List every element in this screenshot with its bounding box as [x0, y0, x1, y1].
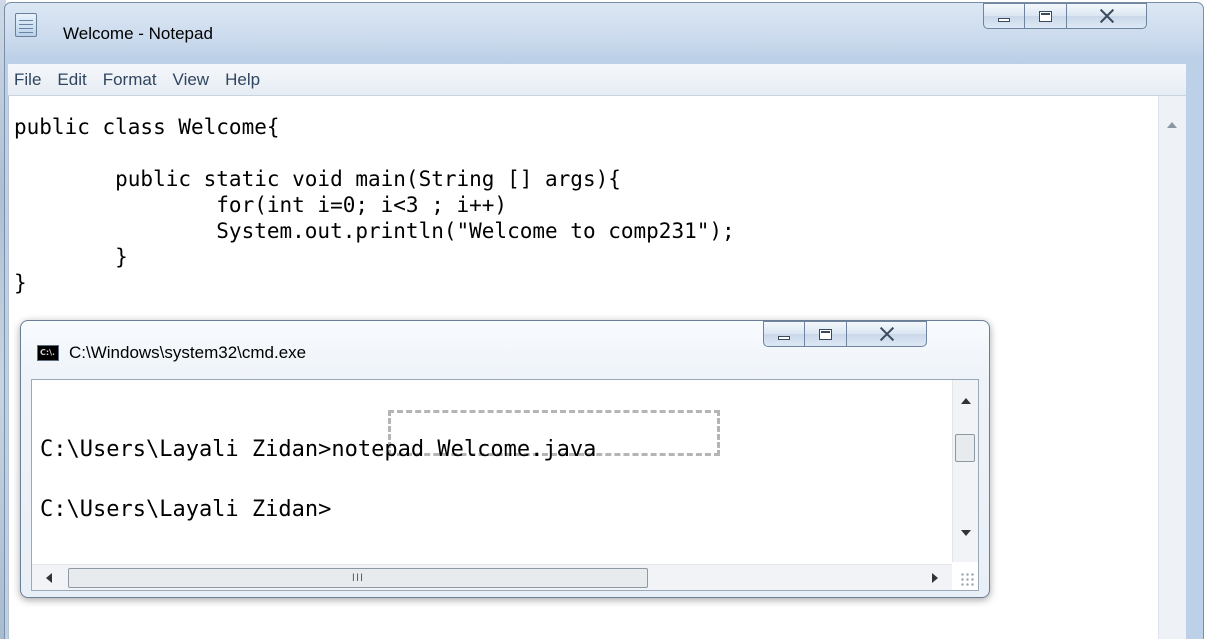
notepad-vertical-scrollbar[interactable] — [1158, 96, 1186, 639]
cmd-icon[interactable]: C:\. — [37, 345, 59, 361]
menu-file[interactable]: File — [14, 70, 41, 90]
notepad-title: Welcome - Notepad — [63, 24, 213, 43]
cmd-close-button[interactable] — [847, 321, 927, 347]
menu-edit[interactable]: Edit — [57, 70, 86, 90]
cmd-console[interactable]: C:\Users\Layali Zidan>notepad Welcome.ja… — [31, 379, 979, 591]
cmd-output[interactable]: C:\Users\Layali Zidan>notepad Welcome.ja… — [40, 420, 596, 540]
cmd-title: C:\Windows\system32\cmd.exe — [69, 343, 307, 362]
cmd-horizontal-scrollbar[interactable]: III — [32, 564, 952, 590]
cmd-icon-label: C:\. — [40, 348, 56, 357]
cmd-maximize-button[interactable] — [805, 321, 847, 347]
cmd-prompt-1: C:\Users\Layali Zidan> — [40, 437, 332, 462]
cmd-window: C:\. C:\Windows\system32\cmd.exe C:\User… — [20, 320, 990, 598]
scroll-up-icon[interactable] — [961, 398, 971, 404]
cmd-caption-buttons — [763, 321, 927, 347]
notepad-caption-buttons — [983, 3, 1147, 29]
maximize-icon — [819, 328, 832, 340]
notepad-code[interactable]: public class Welcome{ public static void… — [14, 114, 735, 296]
cmd-command-1: notepad Welcome.java — [331, 437, 597, 462]
cmd-minimize-button[interactable] — [763, 321, 805, 347]
notepad-icon[interactable] — [15, 13, 37, 37]
notepad-minimize-button[interactable] — [983, 3, 1025, 29]
menu-format[interactable]: Format — [103, 70, 157, 90]
scroll-down-icon[interactable] — [961, 530, 971, 536]
resize-grip-icon[interactable] — [960, 572, 976, 588]
scroll-right-icon[interactable] — [932, 573, 938, 583]
cmd-vscroll-thumb[interactable] — [955, 434, 975, 462]
notepad-maximize-button[interactable] — [1025, 3, 1067, 29]
minimize-icon — [778, 336, 790, 340]
notepad-titlebar[interactable]: Welcome - Notepad — [5, 3, 1203, 65]
cmd-vertical-scrollbar[interactable] — [952, 380, 978, 562]
cmd-hscroll-thumb[interactable]: III — [68, 568, 648, 588]
notepad-close-button[interactable] — [1067, 3, 1147, 29]
scroll-up-icon[interactable] — [1167, 122, 1177, 128]
cmd-prompt-2: C:\Users\Layali Zidan> — [40, 497, 332, 522]
scroll-left-icon[interactable] — [46, 573, 52, 583]
minimize-icon — [998, 18, 1010, 22]
menu-help[interactable]: Help — [225, 70, 260, 90]
maximize-icon — [1039, 10, 1052, 22]
grip-icon: III — [351, 572, 365, 584]
menu-view[interactable]: View — [173, 70, 210, 90]
close-icon — [880, 327, 894, 341]
close-icon — [1100, 9, 1114, 23]
notepad-menubar: File Edit Format View Help — [8, 64, 1186, 96]
